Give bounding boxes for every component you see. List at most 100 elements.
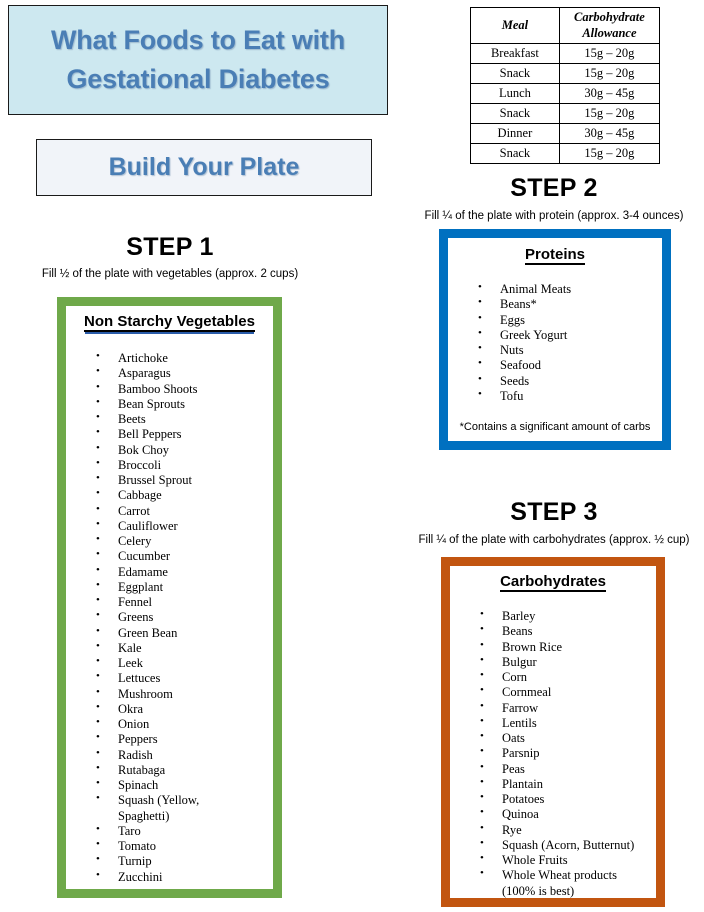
list-item: Animal Meats bbox=[448, 281, 662, 297]
column-header-allowance-line-1: Carbohydrate bbox=[573, 10, 645, 24]
list-item: Whole Wheat products bbox=[450, 867, 656, 883]
proteins-footnote: *Contains a significant amount of carbs bbox=[459, 421, 651, 433]
list-item: Corn bbox=[450, 669, 656, 685]
page-title-banner: What Foods to Eat with Gestational Diabe… bbox=[8, 5, 388, 115]
cell-allowance: 15g – 20g bbox=[558, 63, 661, 85]
carbohydrate-allowance-table: Meal Carbohydrate Allowance Breakfast 15g… bbox=[470, 6, 661, 165]
list-item: Broccoli bbox=[66, 457, 273, 473]
cell-allowance: 15g – 20g bbox=[558, 43, 661, 65]
list-item: Farrow bbox=[450, 699, 656, 716]
list-item: Nuts bbox=[448, 342, 662, 358]
list-item: Seeds bbox=[448, 372, 662, 389]
list-item: Squash (Acorn, Butternut) bbox=[450, 837, 656, 853]
table-row: Snack 15g – 20g bbox=[470, 63, 661, 85]
page-title-line-2: Gestational Diabetes bbox=[66, 64, 330, 94]
list-item: Radish bbox=[66, 746, 273, 763]
cell-meal: Breakfast bbox=[470, 43, 560, 65]
list-item: Cornmeal bbox=[450, 684, 656, 700]
list-item: Bok Choy bbox=[66, 441, 273, 458]
list-item: Eggs bbox=[448, 311, 662, 328]
list-item: Artichoke bbox=[66, 350, 273, 366]
step-2-caption: Fill ¼ of the plate with protein (approx… bbox=[424, 210, 684, 222]
table-row: Lunch 30g – 45g bbox=[470, 83, 661, 105]
proteins-box: Proteins Animal MeatsBeans*EggsGreek Yog… bbox=[439, 229, 671, 450]
list-item: Mushroom bbox=[66, 685, 273, 702]
list-item: Cauliflower bbox=[66, 518, 273, 534]
list-item: Spaghetti) bbox=[118, 808, 170, 823]
list-item: Beans bbox=[450, 623, 656, 639]
non-starchy-vegetables-title: Non Starchy Vegetables bbox=[66, 313, 273, 332]
list-item: Cabbage bbox=[66, 487, 273, 503]
list-item: Asparagus bbox=[66, 365, 273, 381]
cell-meal: Snack bbox=[470, 63, 560, 85]
list-item: Quinoa bbox=[450, 806, 656, 822]
non-starchy-vegetables-box: Non Starchy Vegetables ArtichokeAsparagu… bbox=[57, 297, 282, 898]
list-item: Edamame bbox=[66, 563, 273, 580]
column-header-meal: Meal bbox=[470, 6, 560, 45]
list-item: Parsnip bbox=[450, 745, 656, 761]
table-header-row: Meal Carbohydrate Allowance bbox=[470, 6, 661, 45]
non-starchy-vegetables-title-text: Non Starchy Vegetables bbox=[84, 313, 255, 332]
list-item: Cucumber bbox=[66, 548, 273, 564]
list-item: Whole Fruits bbox=[450, 852, 656, 868]
list-item: Barley bbox=[450, 608, 656, 624]
list-item: Eggplant bbox=[66, 579, 273, 595]
list-item: Bulgur bbox=[450, 654, 656, 670]
list-item: Lettuces bbox=[66, 670, 273, 686]
proteins-title: Proteins bbox=[448, 246, 662, 265]
list-item: Celery bbox=[66, 533, 273, 549]
list-item: Beans* bbox=[448, 296, 662, 312]
table-row: Snack 15g – 20g bbox=[470, 143, 661, 165]
vegetable-list: ArtichokeAsparagusBamboo ShootsBean Spro… bbox=[66, 350, 273, 885]
column-header-allowance-line-2: Allowance bbox=[582, 25, 637, 40]
list-item: Rutabaga bbox=[66, 762, 273, 778]
cell-meal: Dinner bbox=[470, 123, 560, 145]
list-item: Plantain bbox=[450, 776, 656, 792]
list-item: Greens bbox=[66, 609, 273, 625]
cell-allowance: 15g – 20g bbox=[558, 143, 661, 165]
list-item: Bell Peppers bbox=[66, 426, 273, 442]
list-item: Rye bbox=[450, 821, 656, 838]
carbohydrate-list: BarleyBeansBrown RiceBulgurCornCornmealF… bbox=[450, 608, 656, 898]
list-item: Fennel bbox=[66, 594, 273, 610]
carbohydrates-title: Carbohydrates bbox=[450, 573, 656, 592]
list-item: Peppers bbox=[66, 731, 273, 747]
list-item: (100% is best) bbox=[502, 883, 575, 898]
list-item: Onion bbox=[66, 716, 273, 732]
list-item: Brown Rice bbox=[450, 638, 656, 655]
list-item: Lentils bbox=[450, 715, 656, 731]
cell-allowance: 15g – 20g bbox=[558, 103, 661, 125]
list-item: Brussel Sprout bbox=[66, 472, 273, 488]
list-item: Okra bbox=[66, 701, 273, 717]
list-item: Squash (Yellow, bbox=[66, 792, 273, 808]
list-item: Tomato bbox=[66, 838, 273, 854]
cell-meal: Lunch bbox=[470, 83, 560, 105]
list-item: Green Bean bbox=[66, 624, 273, 641]
list-item: Oats bbox=[450, 730, 656, 746]
protein-list: Animal MeatsBeans*EggsGreek YogurtNuts Se… bbox=[448, 281, 662, 404]
build-your-plate-banner: Build Your Plate bbox=[36, 139, 372, 196]
list-item: Zucchini bbox=[66, 868, 273, 885]
page-title-line-1: What Foods to Eat with bbox=[50, 24, 346, 55]
list-item: Taro bbox=[66, 823, 273, 839]
build-your-plate-label: Build Your Plate bbox=[108, 153, 300, 181]
step-1-heading: STEP 1 bbox=[126, 233, 214, 261]
list-item: Leek bbox=[66, 655, 273, 671]
table-row: Breakfast 15g – 20g bbox=[470, 43, 661, 65]
cell-meal: Snack bbox=[470, 103, 560, 125]
cell-meal: Snack bbox=[470, 143, 560, 165]
step-3-caption: Fill ¼ of the plate with carbohydrates (… bbox=[418, 534, 690, 546]
list-item: Potatoes bbox=[450, 791, 656, 807]
list-item: Beets bbox=[66, 411, 273, 427]
list-item: Spinach bbox=[66, 777, 273, 793]
cell-allowance: 30g – 45g bbox=[558, 123, 661, 145]
column-header-allowance: Carbohydrate Allowance bbox=[558, 6, 661, 45]
list-item: Peas bbox=[450, 760, 656, 777]
table-row: Dinner 30g – 45g bbox=[470, 123, 661, 145]
list-item: Bamboo Shoots bbox=[66, 380, 273, 397]
table-row: Snack 15g – 20g bbox=[470, 103, 661, 125]
list-item: Greek Yogurt bbox=[448, 327, 662, 343]
list-item: Carrot bbox=[66, 502, 273, 519]
list-item: Bean Sprouts bbox=[66, 396, 273, 412]
step-1-caption: Fill ½ of the plate with vegetables (app… bbox=[41, 268, 299, 280]
